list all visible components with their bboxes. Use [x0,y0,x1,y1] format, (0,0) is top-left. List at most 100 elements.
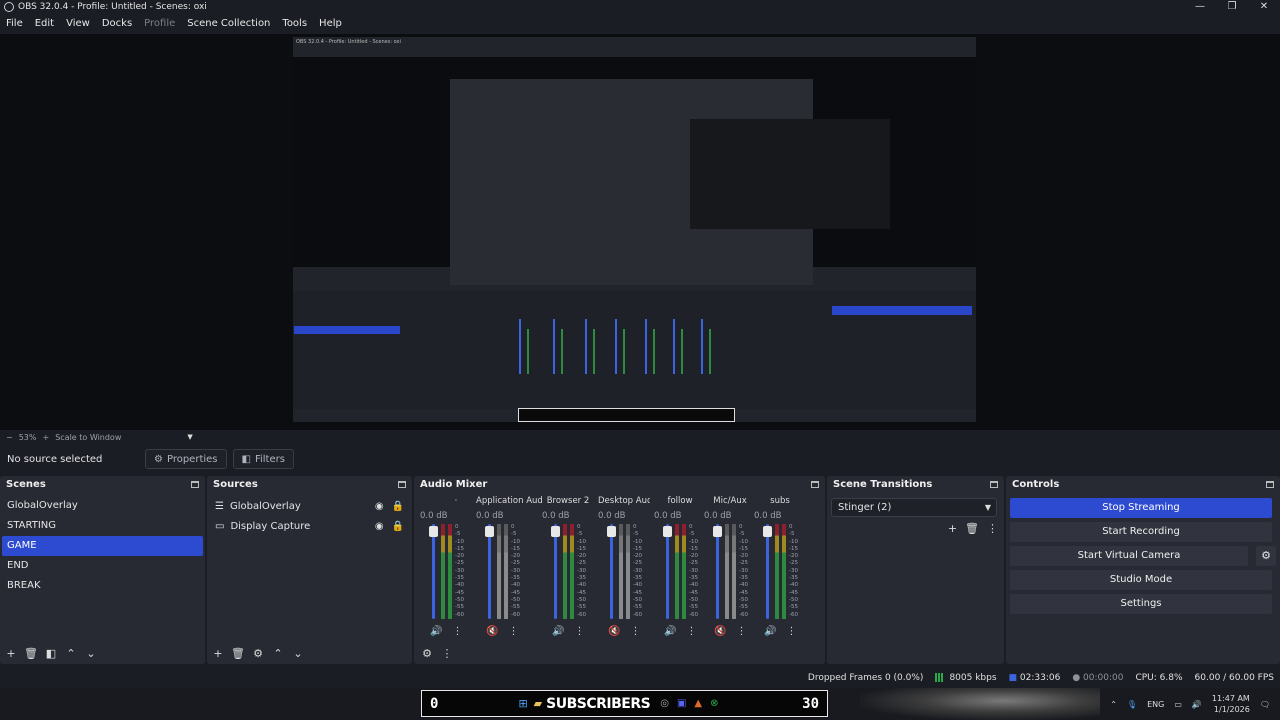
zoom-in-button[interactable]: + [42,433,49,442]
volume-meter[interactable]: 0 -5 -10 -15 -20 -25 -30 -35 -40 -45 -50 -55 -60 [758,524,804,619]
network-icon[interactable]: ▭ [1174,700,1182,709]
start-recording-button[interactable]: Start Recording [1010,522,1272,542]
speaker-icon[interactable]: 🔊 [664,626,676,637]
muted-speaker-icon[interactable]: 🔇 [608,626,620,637]
volume-slider[interactable] [610,524,613,619]
more-options-icon[interactable]: ⋮ [574,626,584,637]
folder-icon[interactable]: ▰ [534,697,542,710]
notification-icon[interactable]: 🗨 [1260,700,1270,709]
menu-tools[interactable]: Tools [276,16,313,32]
volume-meter[interactable]: 0 -5 -10 -15 -20 -25 -30 -35 -40 -45 -50 -55 -60 [480,524,526,619]
scene-item[interactable]: BREAK [0,576,205,596]
more-options-icon[interactable]: ⋮ [786,626,796,637]
mixer-settings-icon[interactable]: ⚙ [420,647,434,660]
windows-start-icon[interactable]: ⊞ [518,697,527,710]
menu-docks[interactable]: Docks [96,16,138,32]
gear-icon[interactable]: ⚙ [251,647,265,660]
add-icon[interactable]: + [4,647,18,660]
trash-icon[interactable]: 🗑 [231,647,245,660]
move-up-icon[interactable]: ⌃ [64,647,78,660]
menu-view[interactable]: View [60,16,96,32]
properties-button[interactable]: ⚙ Properties [145,449,227,469]
preview-canvas[interactable]: OBS 32.0.4 - Profile: Untitled - Scenes:… [293,37,976,422]
language-indicator[interactable]: ENG [1147,700,1164,709]
volume-slider-handle[interactable] [485,526,494,537]
volume-slider-handle[interactable] [551,526,560,537]
settings-button[interactable]: Settings [1010,594,1272,614]
xbox-icon[interactable]: ⊗ [710,698,718,709]
speaker-icon[interactable]: 🔊 [764,626,776,637]
speaker-icon[interactable]: 🔊 [552,626,564,637]
dock-float-icon[interactable] [990,480,998,488]
volume-slider-handle[interactable] [763,526,772,537]
volume-slider-handle[interactable] [663,526,672,537]
filters-button[interactable]: ◧ Filters [232,449,294,469]
scene-item-selected[interactable]: GAME [2,536,203,556]
source-item[interactable]: ▭ Display Capture ◉ 🔒 [207,516,412,536]
more-options-icon[interactable]: ⋮ [686,626,696,637]
more-options-icon[interactable]: ⋮ [630,626,640,637]
zoom-out-button[interactable]: − [6,433,13,442]
volume-slider-handle[interactable] [713,526,722,537]
minimize-button[interactable]: — [1184,0,1216,14]
muted-speaker-icon[interactable]: 🔇 [714,626,726,637]
eye-icon[interactable]: ◉ [375,501,384,512]
lock-icon[interactable]: 🔒 [392,521,404,532]
dock-float-icon[interactable] [811,480,819,488]
menu-scene-collection[interactable]: Scene Collection [181,16,276,32]
menu-profile[interactable]: Profile [138,16,181,32]
speaker-icon[interactable]: 🔊 [430,626,442,637]
scale-mode[interactable]: Scale to Window [55,433,121,442]
volume-icon[interactable]: 🔊 [1192,700,1202,709]
lock-icon[interactable]: 🔒 [392,501,404,512]
volume-slider-handle[interactable] [607,526,616,537]
eye-icon[interactable]: ◉ [375,521,384,532]
start-virtual-camera-button[interactable]: Start Virtual Camera [1010,546,1248,566]
dock-float-icon[interactable] [191,480,199,488]
volume-slider[interactable] [716,524,719,619]
app-icon[interactable]: ▲ [694,698,702,709]
move-down-icon[interactable]: ⌄ [291,647,305,660]
more-options-icon[interactable]: ⋮ [440,647,454,660]
menu-edit[interactable]: Edit [29,16,60,32]
trash-icon[interactable]: 🗑 [965,522,979,535]
scene-item[interactable]: GlobalOverlay [0,496,205,516]
source-item[interactable]: ☰ GlobalOverlay ◉ 🔒 [207,496,412,516]
volume-meter[interactable]: 0 -5 -10 -15 -20 -25 -30 -35 -40 -45 -50 -55 -60 [424,524,470,619]
chevron-down-icon[interactable]: ▼ [187,433,192,441]
volume-slider[interactable] [488,524,491,619]
virtual-camera-gear-icon[interactable]: ⚙ [1256,546,1276,566]
more-options-icon[interactable]: ⋮ [736,626,746,637]
more-options-icon[interactable]: ⋮ [508,626,518,637]
menu-help[interactable]: Help [313,16,348,32]
clock[interactable]: 11:47 AM 1/1/2026 [1212,693,1250,715]
app-icon[interactable]: ▣ [677,698,686,709]
menu-file[interactable]: File [0,16,29,32]
volume-slider[interactable] [554,524,557,619]
chevron-up-icon[interactable]: ⌃ [1110,700,1117,709]
more-options-icon[interactable]: ⋮ [987,522,998,535]
add-icon[interactable]: + [211,647,225,660]
volume-slider[interactable] [432,524,435,619]
scene-item[interactable]: END [0,556,205,576]
move-up-icon[interactable]: ⌃ [271,647,285,660]
scene-item[interactable]: STARTING [0,516,205,536]
volume-meter[interactable]: 0 -5 -10 -15 -20 -25 -30 -35 -40 -45 -50 -55 -60 [546,524,592,619]
muted-speaker-icon[interactable]: 🔇 [486,626,498,637]
maximize-button[interactable]: ❐ [1216,0,1248,14]
filter-icon[interactable]: ◧ [44,647,58,660]
dock-float-icon[interactable] [1266,480,1274,488]
volume-meter[interactable]: 0 -5 -10 -15 -20 -25 -30 -35 -40 -45 -50 -55 -60 [602,524,648,619]
close-button[interactable]: ✕ [1248,0,1280,14]
trash-icon[interactable]: 🗑 [24,647,38,660]
stop-streaming-button[interactable]: Stop Streaming [1010,498,1272,518]
obs-taskbar-icon[interactable]: ◎ [660,698,669,709]
volume-meter[interactable]: 0 -5 -10 -15 -20 -25 -30 -35 -40 -45 -50 -55 -60 [658,524,704,619]
volume-meter[interactable]: 0 -5 -10 -15 -20 -25 -30 -35 -40 -45 -50 -55 -60 [708,524,754,619]
transition-select[interactable]: Stinger (2) ▼ [831,498,997,517]
volume-slider[interactable] [766,524,769,619]
studio-mode-button[interactable]: Studio Mode [1010,570,1272,590]
volume-slider-handle[interactable] [429,526,438,537]
more-options-icon[interactable]: ⋮ [452,626,462,637]
add-icon[interactable]: + [948,522,957,535]
